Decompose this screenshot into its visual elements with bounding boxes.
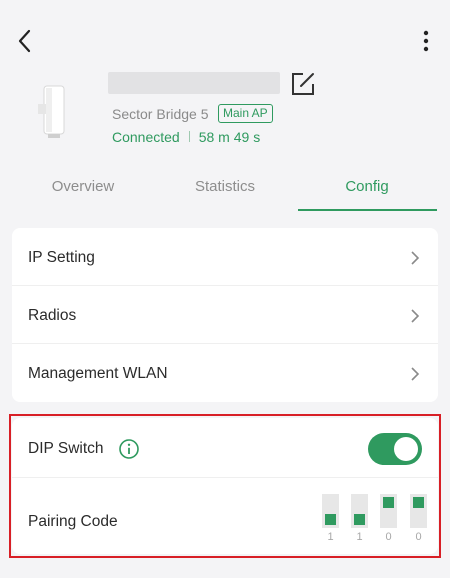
active-tab-indicator (298, 209, 437, 211)
config-item-ip-setting[interactable]: IP Setting (12, 228, 438, 286)
back-button[interactable] (14, 26, 38, 56)
connection-status: Connected 58 m 49 s (112, 129, 260, 145)
config-item-label: IP Setting (28, 249, 95, 266)
config-item-label: Radios (28, 307, 77, 324)
more-vertical-icon (423, 30, 429, 52)
more-options-button[interactable] (414, 26, 438, 56)
config-item-label: Management WLAN (28, 365, 168, 382)
role-badge: Main AP (218, 104, 273, 123)
config-list-card: IP Setting Radios Management WLAN (12, 228, 438, 402)
device-model: Sector Bridge 5 (112, 106, 209, 122)
tab-bar: Overview Statistics Config (0, 168, 450, 212)
tab-overview[interactable]: Overview (18, 168, 148, 212)
uptime-text: 58 m 49 s (198, 129, 261, 145)
back-arrow-icon (18, 29, 31, 53)
tab-statistics[interactable]: Statistics (160, 168, 290, 212)
status-divider (188, 131, 190, 142)
config-item-management-wlan[interactable]: Management WLAN (12, 344, 438, 402)
tab-config[interactable]: Config (302, 168, 432, 212)
chevron-right-icon (411, 367, 420, 381)
device-name-redacted (108, 72, 280, 94)
edit-icon (292, 73, 314, 95)
edit-name-button[interactable] (290, 71, 316, 97)
status-text: Connected (112, 129, 180, 145)
config-item-radios[interactable]: Radios (12, 286, 438, 344)
chevron-right-icon (411, 309, 420, 323)
chevron-right-icon (411, 251, 420, 265)
highlight-box (9, 414, 441, 558)
top-bar (0, 0, 450, 80)
device-image (38, 85, 65, 138)
